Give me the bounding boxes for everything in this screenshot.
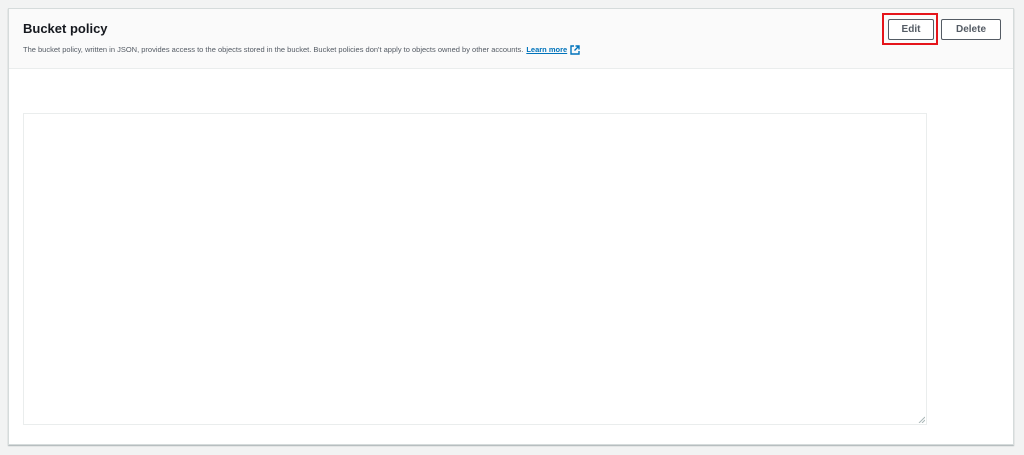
- panel-description: The bucket policy, written in JSON, prov…: [23, 44, 580, 56]
- description-text: The bucket policy, written in JSON, prov…: [23, 45, 524, 54]
- edit-button[interactable]: Edit: [888, 19, 934, 40]
- panel-header: Bucket policy The bucket policy, written…: [9, 9, 1013, 69]
- panel-title: Bucket policy: [23, 21, 108, 36]
- policy-editor-textarea[interactable]: [23, 113, 927, 425]
- external-link-icon[interactable]: [570, 45, 580, 55]
- resize-grip-icon[interactable]: [917, 415, 925, 423]
- learn-more-link[interactable]: Learn more: [526, 44, 567, 56]
- delete-button[interactable]: Delete: [941, 19, 1001, 40]
- bucket-policy-panel: Bucket policy The bucket policy, written…: [8, 8, 1014, 445]
